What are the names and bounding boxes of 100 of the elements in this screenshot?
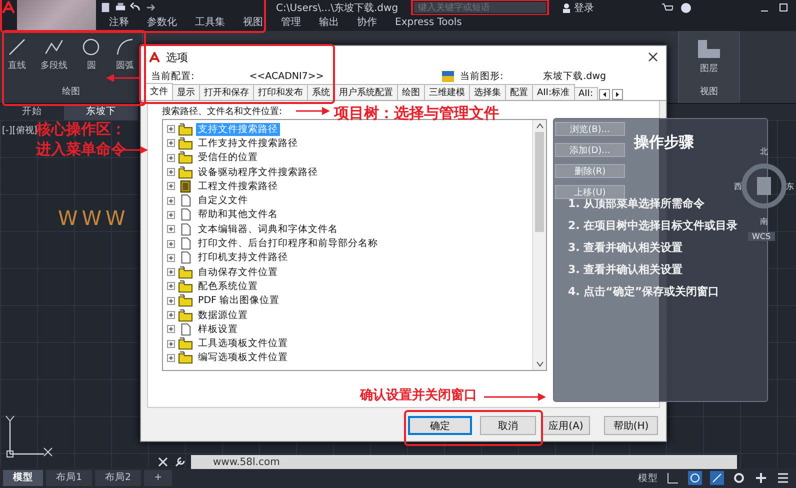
user-icon[interactable] [562,2,572,12]
profile-label: 当前配置: [151,70,194,83]
scroll-down-icon[interactable] [536,360,544,368]
search-field[interactable]: 键入关键字或短语 [414,2,546,13]
tree-item[interactable]: PDF 输出图像位置 [196,294,282,308]
app-logo-icon [149,52,160,62]
tree-item[interactable]: 自动保存文件位置 [196,266,280,279]
expand-icon[interactable] [167,268,175,276]
layout-tab[interactable]: 布局1 [46,470,92,486]
plus-icon[interactable] [754,471,768,485]
draw-tool-button[interactable]: 圆 [81,37,102,72]
tree-item[interactable]: 打印机支持文件路径 [196,251,290,264]
status-mode[interactable]: 模型 [638,472,658,484]
layout-tab[interactable]: 布局2 [95,470,142,486]
ribbon-tab[interactable]: 协作 [348,15,386,31]
panel-title[interactable]: 视图 [700,85,718,98]
ribbon-tab[interactable]: 视图 [234,15,272,31]
ribbon-tab[interactable]: 管理 [272,15,310,31]
scroll-right-icon[interactable] [612,89,623,100]
tree-item[interactable]: 样板设置 [196,322,240,336]
dialog-button[interactable]: 应用(A) [542,416,590,435]
dialog-button[interactable]: 帮助(H) [604,416,658,435]
dialog-tab[interactable]: 显示 [172,84,200,100]
redo-icon[interactable] [145,2,156,13]
wrench-icon[interactable] [174,456,186,468]
expand-icon[interactable] [167,240,175,248]
annotation-label: 确认设置并关闭窗口 [360,386,477,404]
login-link[interactable]: 登录 [574,0,594,14]
scrollbar[interactable] [532,120,546,370]
layout-tab[interactable]: 模型 [3,470,43,486]
tree-item[interactable]: 受信任的位置 [196,151,260,164]
folder-icon [178,280,193,293]
dialog-tab[interactable]: 选择集 [469,84,506,100]
layer-button[interactable]: 图层 [690,37,728,76]
tree-item[interactable]: 文本编辑器、词典和字体文件名 [196,222,340,236]
expand-icon[interactable] [167,325,175,334]
draw-tool-button[interactable]: 圆弧 [115,37,136,72]
tree-item[interactable]: 帮助和其他文件名 [196,208,280,222]
menu-icon[interactable] [776,471,790,485]
cart-icon[interactable] [662,2,674,12]
ribbon-tab[interactable]: 注释 [100,15,138,31]
expand-icon[interactable] [167,125,175,134]
expand-icon[interactable] [167,182,175,190]
dialog-tab[interactable]: 配置 [505,84,533,100]
tree-item[interactable]: 工作支持文件搜索路径 [196,136,300,150]
ribbon-tab[interactable]: 参数化 [138,15,186,31]
tree-item[interactable]: 编写选项板文件位置 [196,351,290,364]
open-file-icon[interactable] [100,2,111,13]
expand-icon[interactable] [167,139,175,148]
dialog-tab[interactable]: AII:标准 [532,84,574,100]
tree-item[interactable]: 工程文件搜索路径 [196,180,280,193]
scroll-up-icon[interactable] [536,122,544,130]
draw-tool-button[interactable]: 直线 [6,37,27,72]
expand-icon[interactable] [167,354,175,362]
dialog-tab[interactable]: 用户系统配置 [334,84,398,100]
ribbon-tab[interactable]: 工具集 [186,15,234,31]
expand-icon[interactable] [167,296,175,305]
ribbon-tab[interactable]: Express Tools [386,15,471,31]
dialog-tab[interactable]: 打印和发布 [253,84,308,100]
layout-tab[interactable]: + [144,470,172,486]
snap-icon[interactable] [688,471,702,485]
print-icon[interactable] [115,2,126,13]
panel-title[interactable]: 绘图 [62,85,80,98]
viewport-label[interactable]: [-][俯视] [2,124,38,137]
compass-label[interactable]: 南 [760,216,768,227]
compass-label[interactable]: 西 [734,181,742,192]
tree-item[interactable]: 打印文件、后台打印程序和前导部分名称 [196,237,380,250]
dialog-tab[interactable]: 打开和保存 [199,84,254,100]
undo-icon[interactable] [130,2,141,13]
expand-icon[interactable] [167,340,175,348]
tree-item[interactable]: 自定义文件 [196,194,250,208]
wcs-menu[interactable]: WCS [748,232,775,241]
dialog-tab[interactable]: AII: [574,87,598,100]
dialog-tab[interactable]: 系统 [307,84,335,100]
tree-item[interactable]: 工具选项板文件位置 [196,337,290,350]
expand-icon[interactable] [167,311,175,319]
tree-item[interactable]: 配色系统位置 [196,280,260,293]
ortho-icon[interactable] [710,471,724,485]
scroll-left-icon[interactable] [599,89,610,100]
dialog-button[interactable]: 取消 [480,416,536,435]
tree-item[interactable]: 设备驱动程序文件搜索路径 [196,166,320,179]
dialog-button[interactable]: 确定 [408,416,472,435]
dialog-tab[interactable]: 绘图 [397,84,425,100]
expand-icon[interactable] [167,282,175,290]
expand-icon[interactable] [167,154,175,162]
expand-icon[interactable] [167,254,175,262]
expand-icon[interactable] [167,196,175,205]
draw-tool-button[interactable]: 多段线 [40,37,68,72]
expand-icon[interactable] [167,210,175,219]
maximize-icon[interactable] [779,3,788,12]
compass-label[interactable]: 北 [760,146,768,157]
expand-icon[interactable] [167,168,175,176]
ribbon-tab[interactable]: 输出 [310,15,348,31]
expand-icon[interactable] [167,225,175,234]
file-tab[interactable]: 开始 [0,104,64,120]
dialog-tab[interactable]: 三维建模 [424,84,470,100]
app-logo-icon[interactable] [2,1,15,14]
close-icon[interactable] [648,52,658,62]
compass-label[interactable]: 东 [786,181,794,192]
tree-item[interactable]: 数据源位置 [196,308,250,322]
